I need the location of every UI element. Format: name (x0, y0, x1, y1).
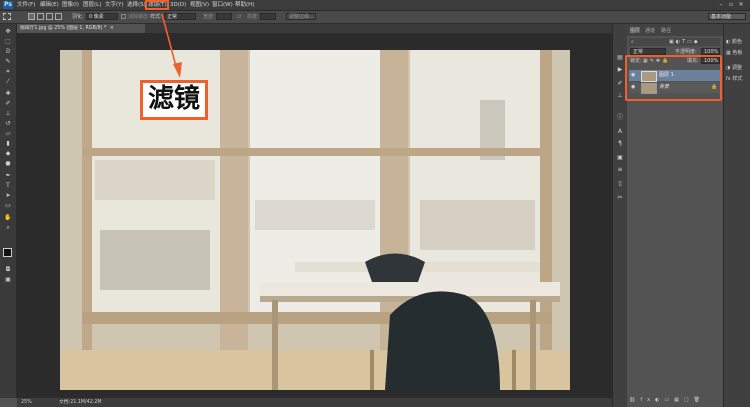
layers-highlight-box (625, 55, 722, 101)
annotation-label: 滤镜 (140, 80, 208, 120)
